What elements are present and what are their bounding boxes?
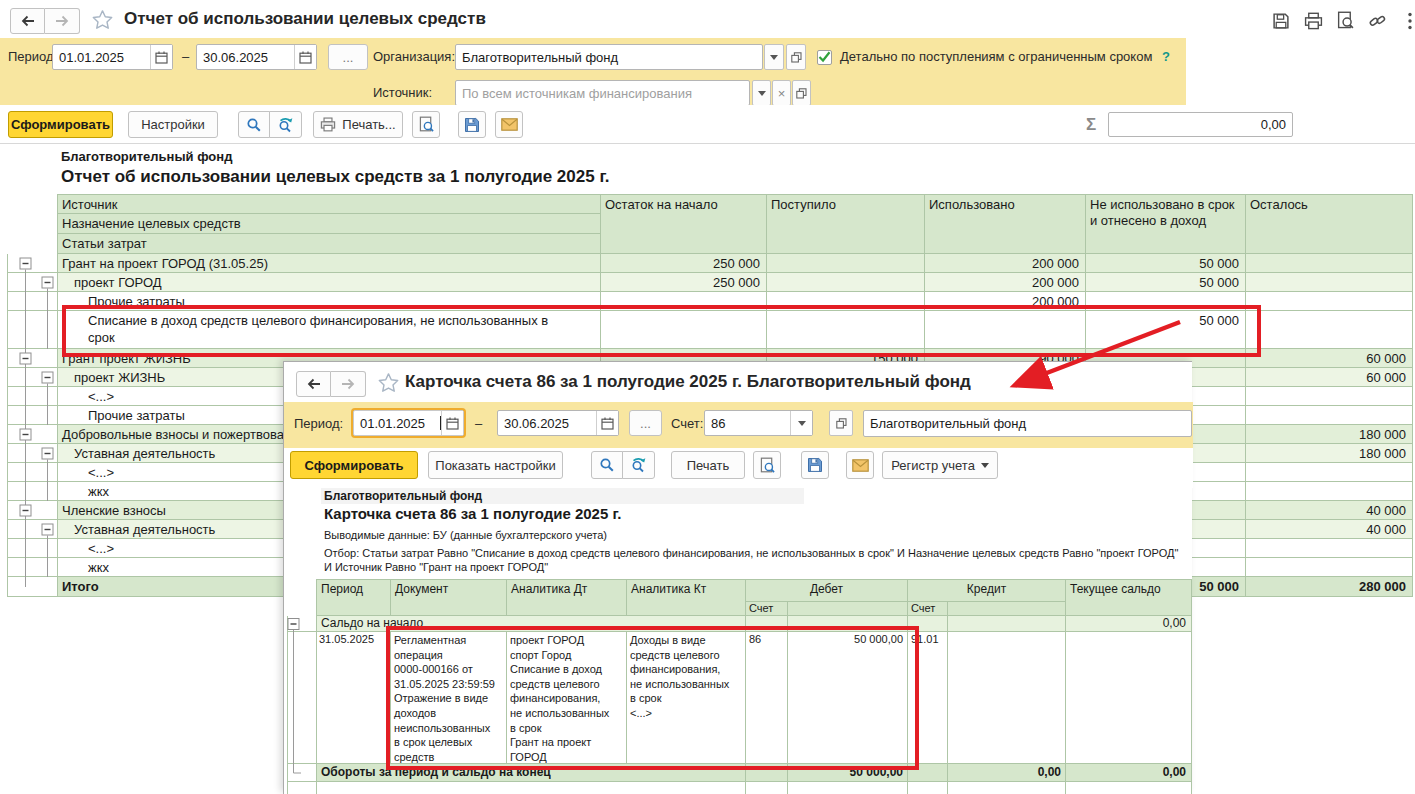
cell: [908, 782, 948, 794]
stub-row: [287, 782, 1192, 794]
row-value: [767, 254, 925, 272]
row-value: [1246, 558, 1413, 576]
cell: [303, 782, 316, 794]
row-value: [1246, 311, 1413, 348]
column-header: Аналитика Дт: [507, 579, 627, 616]
column-header: Не использовано в срок и отнесено в дохо…: [1086, 194, 1246, 254]
row-value: [767, 273, 925, 291]
cell: [316, 782, 746, 794]
column-header: Документ: [391, 579, 507, 616]
row-value: 40 000: [1246, 501, 1413, 519]
row-value: 180 000: [1246, 444, 1413, 462]
row-label: проект ГОРОД: [57, 273, 601, 291]
row-value: 250 000: [601, 254, 767, 272]
entry-period: 31.05.2025: [316, 632, 391, 763]
row-value: 250 000: [601, 273, 767, 291]
row-value: 60 000: [1246, 368, 1413, 386]
row-value: [1246, 387, 1413, 405]
cell: [948, 632, 1066, 763]
row-label: Грант на проект ГОРОД (31.05.25): [57, 254, 601, 272]
cell: [788, 782, 908, 794]
column-header: Поступило: [767, 194, 925, 254]
column-header: Назначение целевых средств: [57, 214, 601, 234]
row-value: [1246, 482, 1413, 500]
row-value: [1246, 406, 1413, 424]
table-row: проект ГОРОД250 000 200 00050 000: [7, 273, 1413, 292]
column-header: [948, 602, 1066, 616]
turnover-credit: 0,00: [948, 764, 1066, 781]
column-header: [788, 602, 908, 616]
cell: [287, 632, 303, 763]
row-value: 200 000: [925, 254, 1086, 272]
row-value: 50 000: [1086, 254, 1246, 272]
row-value: 50 000: [1086, 273, 1246, 291]
row-value: [1246, 463, 1413, 481]
column-header: Остаток на начало: [601, 194, 767, 254]
column-header: Статьи затрат: [57, 234, 601, 254]
cell: [303, 764, 316, 781]
highlight-box-card-row: [386, 626, 919, 770]
column-header: Период: [316, 579, 391, 616]
cell: [303, 632, 316, 763]
cell: [1066, 632, 1192, 763]
cell: [287, 764, 303, 781]
column-header: Дебет: [746, 579, 908, 602]
saldo-balance: 0,00: [1066, 616, 1192, 631]
column-header: Использовано: [925, 194, 1086, 254]
column-header: Аналитика Кт: [627, 579, 746, 616]
row-value: 60 000: [1246, 349, 1413, 367]
row-value: [1246, 539, 1413, 557]
cell: [287, 616, 303, 631]
table-row: Грант на проект ГОРОД (31.05.25)250 000 2…: [7, 254, 1413, 273]
column-header: Кредит: [908, 579, 1066, 602]
row-value: [1246, 254, 1413, 272]
cell: [303, 616, 316, 631]
row-value: 280 000: [1246, 577, 1413, 596]
cell: [1066, 782, 1192, 794]
column-header: Источник: [57, 194, 601, 214]
cell: [948, 616, 1066, 631]
column-header: Осталось: [1246, 194, 1413, 254]
cell: [287, 782, 303, 794]
row-value: [1246, 292, 1413, 310]
cell: [948, 782, 1066, 794]
row-value: 40 000: [1246, 520, 1413, 538]
highlight-box-report-row: [62, 305, 1261, 357]
column-header: Счет: [908, 602, 948, 616]
row-value: 180 000: [1246, 425, 1413, 443]
row-value: 200 000: [925, 273, 1086, 291]
column-header: Текущее сальдо: [1066, 579, 1192, 616]
row-value: [1246, 273, 1413, 291]
turnover-balance: 0,00: [1066, 764, 1192, 781]
column-header: Счет: [746, 602, 788, 616]
cell: [746, 782, 788, 794]
